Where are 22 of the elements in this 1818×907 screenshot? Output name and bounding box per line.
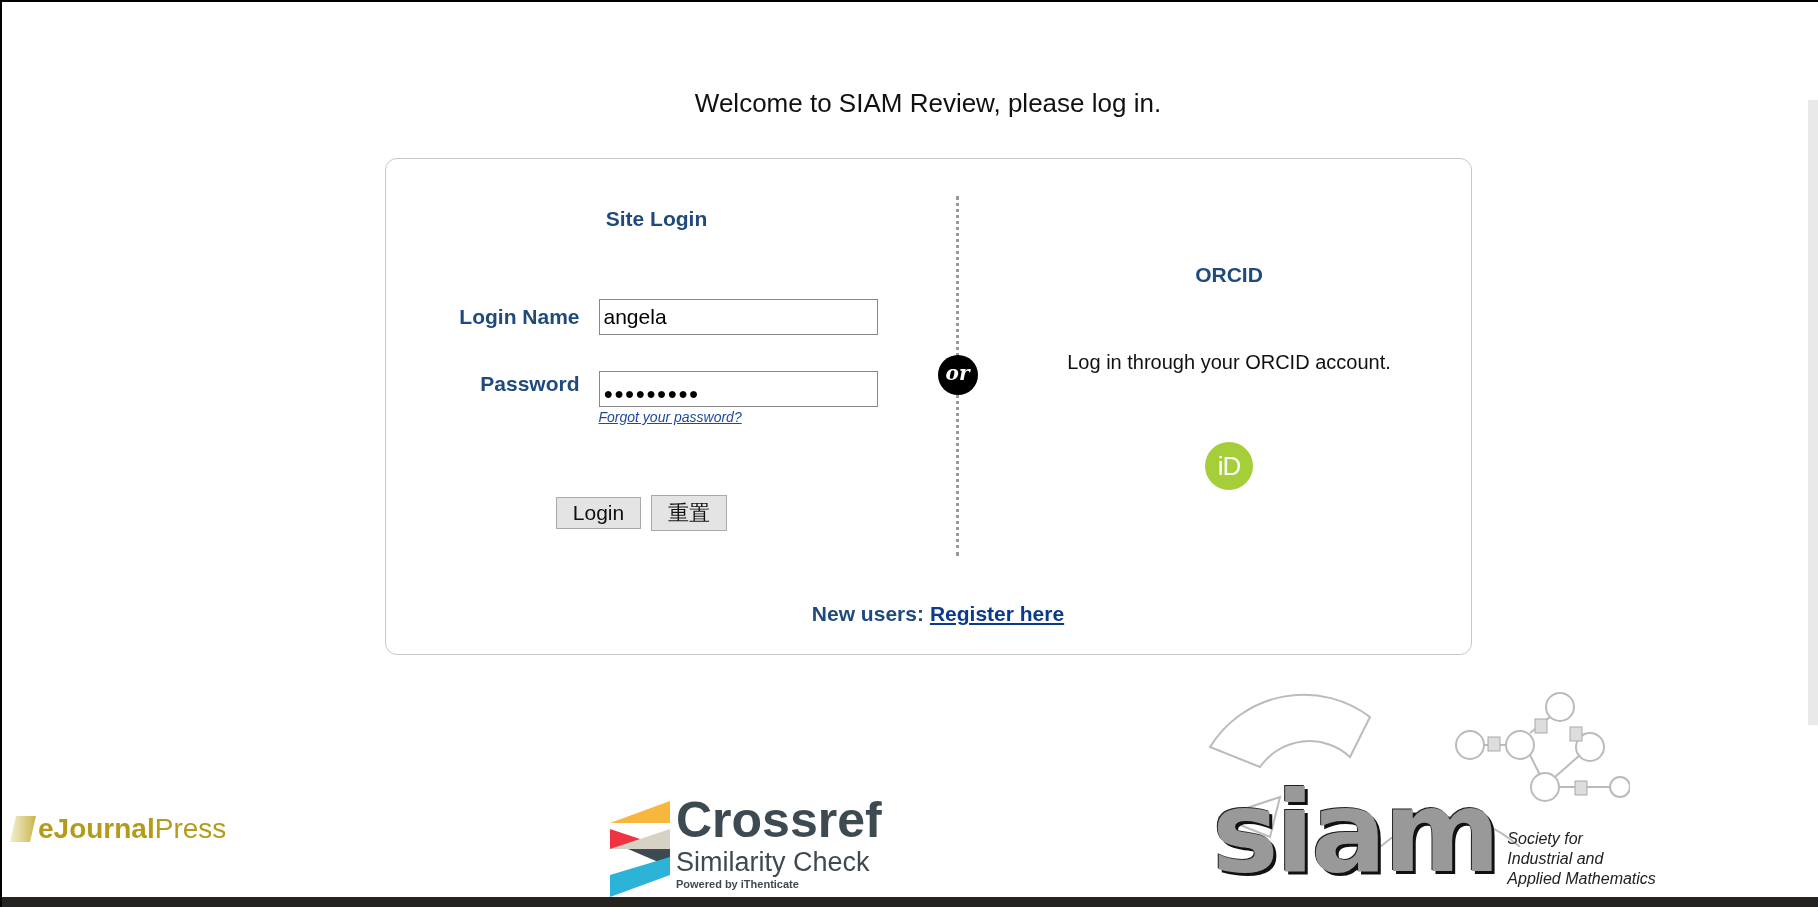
page-heading: Welcome to SIAM Review, please log in. bbox=[694, 87, 1162, 120]
or-badge: or bbox=[937, 355, 978, 395]
field-label: Login Name bbox=[458, 304, 580, 330]
powered-by-text: Powered by iThenticate bbox=[676, 877, 800, 891]
login-name-field[interactable]: angela bbox=[598, 299, 878, 335]
field-label: Password bbox=[479, 371, 580, 397]
product-name: Similarity Check bbox=[676, 847, 871, 877]
society-name-line: Society for bbox=[1507, 829, 1585, 849]
section-title: Site Login bbox=[605, 207, 708, 231]
society-name-line: Industrial and bbox=[1507, 849, 1605, 869]
password-field[interactable]: ●●●●●●●●● bbox=[598, 371, 878, 407]
orcid-text: Log in through your ORCID account. bbox=[1067, 351, 1391, 374]
login-button[interactable]: Login bbox=[555, 497, 642, 529]
register-link[interactable]: Register here bbox=[929, 602, 1065, 626]
reset-button[interactable]: 重置 bbox=[651, 495, 728, 531]
society-name-line: Applied Mathematics bbox=[1507, 869, 1656, 889]
register-prompt: New users: bbox=[811, 602, 924, 626]
crossref-stripes-icon bbox=[610, 801, 670, 897]
forgot-password-link[interactable]: Forgot your password? bbox=[598, 409, 742, 425]
section-title: ORCID bbox=[1195, 263, 1263, 287]
crossref-logo: Crossref bbox=[676, 793, 882, 847]
ejournalpress-logo: eJournalPress bbox=[38, 813, 227, 845]
